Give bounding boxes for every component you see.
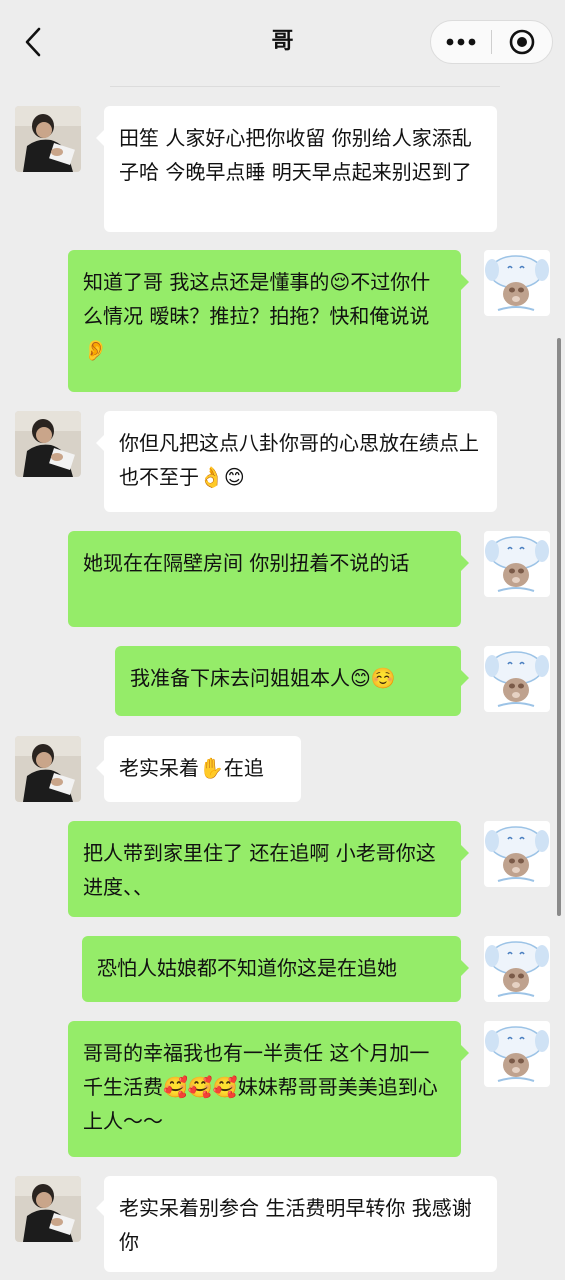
avatar-image (15, 411, 81, 477)
avatar-self[interactable] (484, 1021, 550, 1087)
message-text: 知道了哥 我这点还是懂事的😌不过你什么情况 暧昧？推拉？拍拖？快和俺说说👂 (83, 270, 431, 362)
message-bubble-other[interactable]: 老实呆着别参合 生活费明早转你 我感谢你 (96, 1176, 497, 1272)
message-bubble-self[interactable]: 恐怕人姑娘都不知道你这是在追她 (82, 936, 469, 1002)
message-bubble-self[interactable]: 她现在在隔壁房间 你别扭着不说的话 (68, 531, 469, 627)
message-bubble-self[interactable]: 我准备下床去问姐姐本人😊☺️ (115, 646, 469, 716)
avatar-image (15, 736, 81, 802)
message-text: 把人带到家里住了 还在追啊 小老哥你这进度、、 (83, 841, 436, 899)
mini-program-capsule (430, 20, 553, 64)
message-text: 哥哥的幸福我也有一半责任 这个月加一千生活费🥰🥰🥰妹妹帮哥哥美美追到心上人～～ (83, 1041, 438, 1133)
scrollbar[interactable] (557, 338, 561, 916)
avatar-image (484, 646, 550, 712)
target-close-icon (509, 29, 535, 55)
avatar-self[interactable] (484, 250, 550, 316)
close-button[interactable] (492, 21, 552, 63)
message-text: 老实呆着别参合 生活费明早转你 我感谢你 (119, 1196, 472, 1254)
header-divider (110, 86, 500, 87)
message-text: 我准备下床去问姐姐本人😊☺️ (130, 666, 396, 690)
message-text: 她现在在隔壁房间 你别扭着不说的话 (83, 551, 410, 575)
avatar-image (484, 936, 550, 1002)
message-bubble-other[interactable]: 田笙 人家好心把你收留 你别给人家添乱子哈 今晚早点睡 明天早点起来别迟到了 (96, 106, 497, 232)
avatar-self[interactable] (484, 821, 550, 887)
avatar-image (15, 1176, 81, 1242)
message-bubble-other[interactable]: 老实呆着✋在追 (96, 736, 301, 802)
avatar-image (15, 106, 81, 172)
avatar-other[interactable] (15, 106, 81, 172)
message-bubble-self[interactable]: 把人带到家里住了 还在追啊 小老哥你这进度、、 (68, 821, 469, 917)
avatar-other[interactable] (15, 411, 81, 477)
avatar-image (484, 531, 550, 597)
more-button[interactable] (431, 21, 491, 63)
avatar-self[interactable] (484, 531, 550, 597)
message-text: 你但凡把这点八卦你哥的心思放在绩点上 也不至于👌😊 (119, 431, 479, 489)
message-bubble-self[interactable]: 知道了哥 我这点还是懂事的😌不过你什么情况 暧昧？推拉？拍拖？快和俺说说👂 (68, 250, 469, 392)
message-text: 老实呆着✋在追 (119, 756, 264, 780)
avatar-other[interactable] (15, 736, 81, 802)
avatar-image (484, 250, 550, 316)
avatar-self[interactable] (484, 646, 550, 712)
more-dots-icon (446, 38, 476, 46)
avatar-other[interactable] (15, 1176, 81, 1242)
avatar-self[interactable] (484, 936, 550, 1002)
message-text: 恐怕人姑娘都不知道你这是在追她 (97, 956, 397, 980)
avatar-image (484, 821, 550, 887)
message-text: 田笙 人家好心把你收留 你别给人家添乱子哈 今晚早点睡 明天早点起来别迟到了 (119, 126, 472, 184)
message-bubble-other[interactable]: 你但凡把这点八卦你哥的心思放在绩点上 也不至于👌😊 (96, 411, 497, 512)
message-bubble-self[interactable]: 哥哥的幸福我也有一半责任 这个月加一千生活费🥰🥰🥰妹妹帮哥哥美美追到心上人～～ (68, 1021, 469, 1157)
chat-header: 哥 (0, 0, 565, 84)
avatar-image (484, 1021, 550, 1087)
